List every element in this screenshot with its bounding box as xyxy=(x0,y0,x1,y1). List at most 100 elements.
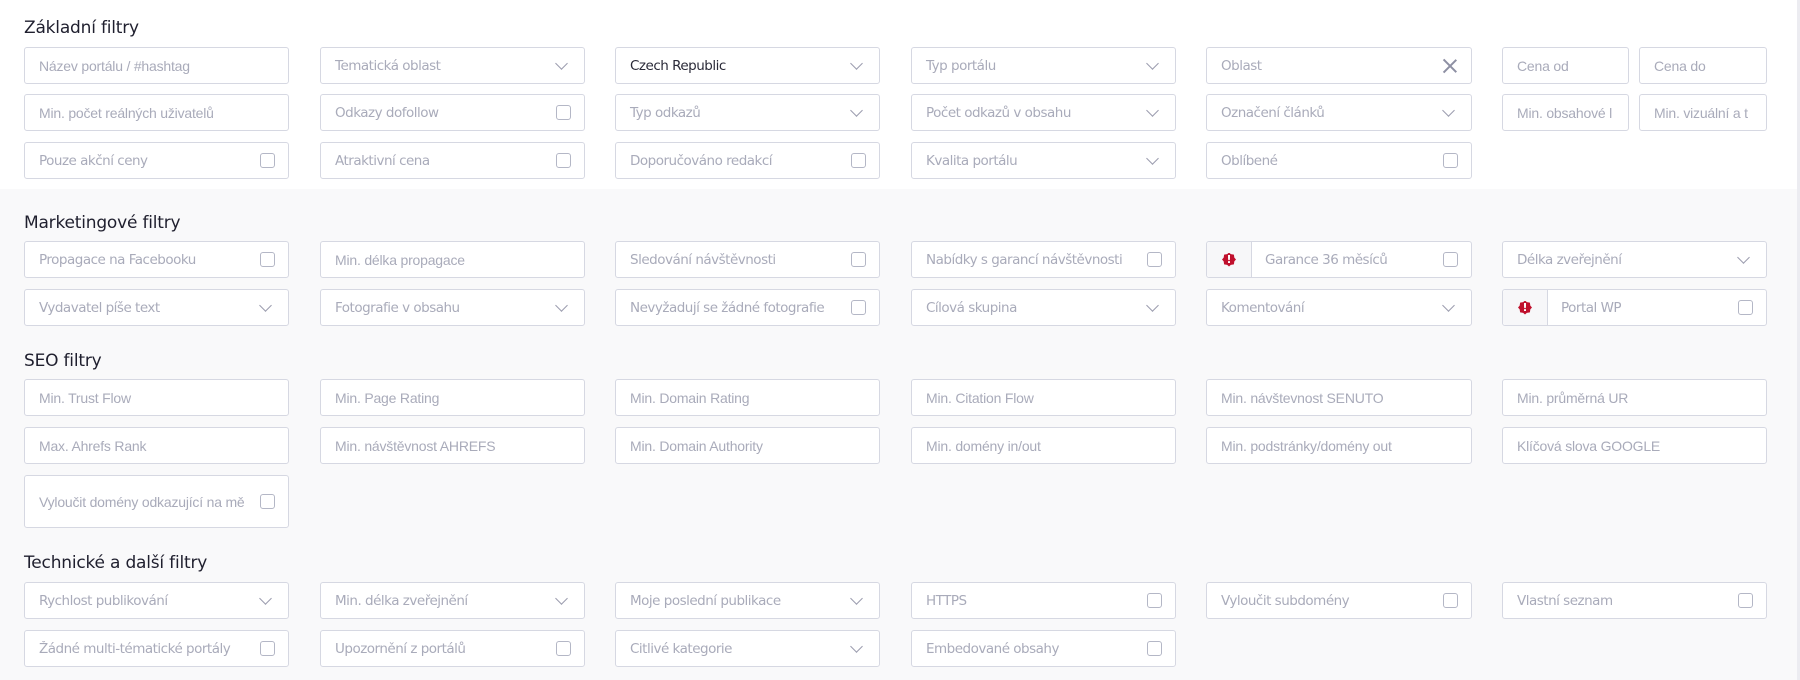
guarantee-36-checkbox[interactable] xyxy=(1443,252,1458,267)
region-placeholder: Oblast xyxy=(1221,57,1262,74)
no-multitopic-checkbox[interactable] xyxy=(260,641,275,656)
sale-prices-checkbox[interactable] xyxy=(260,153,275,168)
attractive-price-checkbox[interactable] xyxy=(556,153,571,168)
links-in-content-select[interactable]: Počet odkazů v obsahu xyxy=(911,94,1176,131)
section-title-technical: Technické a další filtry xyxy=(24,553,208,573)
publisher-writes-select[interactable]: Vydavatel píše text xyxy=(24,289,289,326)
min-publish-length-select[interactable]: Min. délka zveřejnění xyxy=(320,582,585,619)
https-label: HTTPS xyxy=(926,592,967,609)
min-domain-authority-input[interactable]: Min. Domain Authority xyxy=(615,427,880,464)
min-domains-inout-input[interactable]: Min. domény in/out xyxy=(911,427,1176,464)
traffic-tracking-label: Sledování návštěvnosti xyxy=(630,251,776,268)
min-ahrefs-traffic-placeholder: Min. návštěvnost AHREFS xyxy=(335,437,496,454)
min-real-users-placeholder: Min. počet reálných uživatelů xyxy=(39,104,214,121)
exclude-subdomains-label: Vyloučit subdomény xyxy=(1221,592,1350,609)
commenting-placeholder: Komentování xyxy=(1221,299,1305,316)
sensitive-categories-select[interactable]: Citlivé kategorie xyxy=(615,630,880,667)
min-visual-input[interactable]: Min. vizuální a t xyxy=(1639,94,1767,131)
price-from-input[interactable]: Cena od xyxy=(1502,47,1629,84)
min-senuto-input[interactable]: Min. návštevnost SENUTO xyxy=(1206,379,1472,416)
my-last-publications-placeholder: Moje poslední publikace xyxy=(630,592,781,609)
publish-length-placeholder: Délka zveřejnění xyxy=(1517,251,1622,268)
min-domain-rating-input[interactable]: Min. Domain Rating xyxy=(615,379,880,416)
portal-warnings-checkbox[interactable] xyxy=(556,641,571,656)
editor-recommended-checkbox-field[interactable]: Doporučováno redakcí xyxy=(615,142,880,179)
dofollow-links-checkbox[interactable] xyxy=(556,105,571,120)
exclude-subdomains-checkbox-field[interactable]: Vyloučit subdomény xyxy=(1206,582,1472,619)
min-real-users-input[interactable]: Min. počet reálných uživatelů xyxy=(24,94,289,131)
min-trust-flow-input[interactable]: Min. Trust Flow xyxy=(24,379,289,416)
chevron-down-icon xyxy=(259,299,272,312)
traffic-tracking-checkbox-field[interactable]: Sledování návštěvnosti xyxy=(615,241,880,278)
publish-length-select[interactable]: Délka zveřejnění xyxy=(1502,241,1767,278)
min-domain-rating-placeholder: Min. Domain Rating xyxy=(630,389,750,406)
google-keywords-input[interactable]: Klíčová slova GOOGLE xyxy=(1502,427,1767,464)
guaranteed-traffic-checkbox-field[interactable]: Nabídky s garancí návštěvnosti xyxy=(911,241,1176,278)
portal-name-input[interactable]: Název portálu / #hashtag xyxy=(24,47,289,84)
topic-area-placeholder: Tematická oblast xyxy=(335,57,441,74)
link-type-select[interactable]: Typ odkazů xyxy=(615,94,880,131)
region-select[interactable]: Oblast xyxy=(1206,47,1472,84)
guaranteed-traffic-checkbox[interactable] xyxy=(1147,252,1162,267)
publish-speed-select[interactable]: Rychlost publikování xyxy=(24,582,289,619)
target-group-select[interactable]: Cílová skupina xyxy=(911,289,1176,326)
facebook-promo-checkbox-field[interactable]: Propagace na Facebooku xyxy=(24,241,289,278)
portal-wp-checkbox-field[interactable]: ! Portal WP xyxy=(1502,289,1767,326)
no-photos-checkbox[interactable] xyxy=(851,300,866,315)
no-multitopic-checkbox-field[interactable]: Žádné multi-tématické portály xyxy=(24,630,289,667)
min-page-rating-input[interactable]: Min. Page Rating xyxy=(320,379,585,416)
my-last-publications-select[interactable]: Moje poslední publikace xyxy=(615,582,880,619)
own-list-checkbox[interactable] xyxy=(1738,593,1753,608)
portal-wp-checkbox[interactable] xyxy=(1738,300,1753,315)
alert-badge-icon: ! xyxy=(1518,300,1532,315)
portal-wp-label: Portal WP xyxy=(1561,299,1622,316)
https-checkbox-field[interactable]: HTTPS xyxy=(911,582,1176,619)
commenting-select[interactable]: Komentování xyxy=(1206,289,1472,326)
exclude-linking-checkbox-field[interactable]: Vyloučit domény odkazující na mě xyxy=(24,475,289,528)
country-value: Czech Republic xyxy=(630,57,726,74)
price-to-input[interactable]: Cena do xyxy=(1639,47,1767,84)
min-citation-flow-input[interactable]: Min. Citation Flow xyxy=(911,379,1176,416)
min-avg-ur-input[interactable]: Min. průměrná UR xyxy=(1502,379,1767,416)
link-type-placeholder: Typ odkazů xyxy=(630,104,701,121)
portal-quality-select[interactable]: Kvalita portálu xyxy=(911,142,1176,179)
country-select[interactable]: Czech Republic xyxy=(615,47,880,84)
https-checkbox[interactable] xyxy=(1147,593,1162,608)
facebook-promo-checkbox[interactable] xyxy=(260,252,275,267)
exclude-subdomains-checkbox[interactable] xyxy=(1443,593,1458,608)
portal-warnings-checkbox-field[interactable]: Upozornění z portálů xyxy=(320,630,585,667)
exclude-linking-label: Vyloučit domény odkazující na mě xyxy=(39,493,245,510)
publish-speed-placeholder: Rychlost publikování xyxy=(39,592,168,609)
clear-icon[interactable] xyxy=(1443,59,1457,73)
min-promo-length-input[interactable]: Min. délka propagace xyxy=(320,241,585,278)
dofollow-links-checkbox-field[interactable]: Odkazy dofollow xyxy=(320,94,585,131)
portal-warnings-label: Upozornění z portálů xyxy=(335,640,466,657)
embedded-content-checkbox-field[interactable]: Embedované obsahy xyxy=(911,630,1176,667)
exclude-linking-checkbox[interactable] xyxy=(260,494,275,509)
topic-area-select[interactable]: Tematická oblast xyxy=(320,47,585,84)
min-avg-ur-placeholder: Min. průměrná UR xyxy=(1517,389,1629,406)
article-marking-select[interactable]: Označení článků xyxy=(1206,94,1472,131)
alert-badge-cell: ! xyxy=(1503,290,1548,325)
favorites-checkbox[interactable] xyxy=(1443,153,1458,168)
editor-recommended-checkbox[interactable] xyxy=(851,153,866,168)
portal-type-select[interactable]: Typ portálu xyxy=(911,47,1176,84)
attractive-price-checkbox-field[interactable]: Atraktivní cena xyxy=(320,142,585,179)
own-list-checkbox-field[interactable]: Vlastní seznam xyxy=(1502,582,1767,619)
guarantee-36-checkbox-field[interactable]: ! Garance 36 měsíců xyxy=(1206,241,1472,278)
traffic-tracking-checkbox[interactable] xyxy=(851,252,866,267)
chevron-down-icon xyxy=(555,57,568,70)
sensitive-categories-placeholder: Citlivé kategorie xyxy=(630,640,732,657)
max-ahrefs-rank-input[interactable]: Max. Ahrefs Rank xyxy=(24,427,289,464)
embedded-content-label: Embedované obsahy xyxy=(926,640,1059,657)
min-publish-length-placeholder: Min. délka zveřejnění xyxy=(335,592,468,609)
no-photos-checkbox-field[interactable]: Nevyžadují se žádné fotografie xyxy=(615,289,880,326)
favorites-checkbox-field[interactable]: Oblíbené xyxy=(1206,142,1472,179)
embedded-content-checkbox[interactable] xyxy=(1147,641,1162,656)
min-ahrefs-traffic-input[interactable]: Min. návštěvnost AHREFS xyxy=(320,427,585,464)
photos-in-content-select[interactable]: Fotografie v obsahu xyxy=(320,289,585,326)
min-content-input[interactable]: Min. obsahové l xyxy=(1502,94,1629,131)
chevron-down-icon xyxy=(1442,104,1455,117)
sale-prices-checkbox-field[interactable]: Pouze akční ceny xyxy=(24,142,289,179)
min-subpages-out-input[interactable]: Min. podstránky/domény out xyxy=(1206,427,1472,464)
